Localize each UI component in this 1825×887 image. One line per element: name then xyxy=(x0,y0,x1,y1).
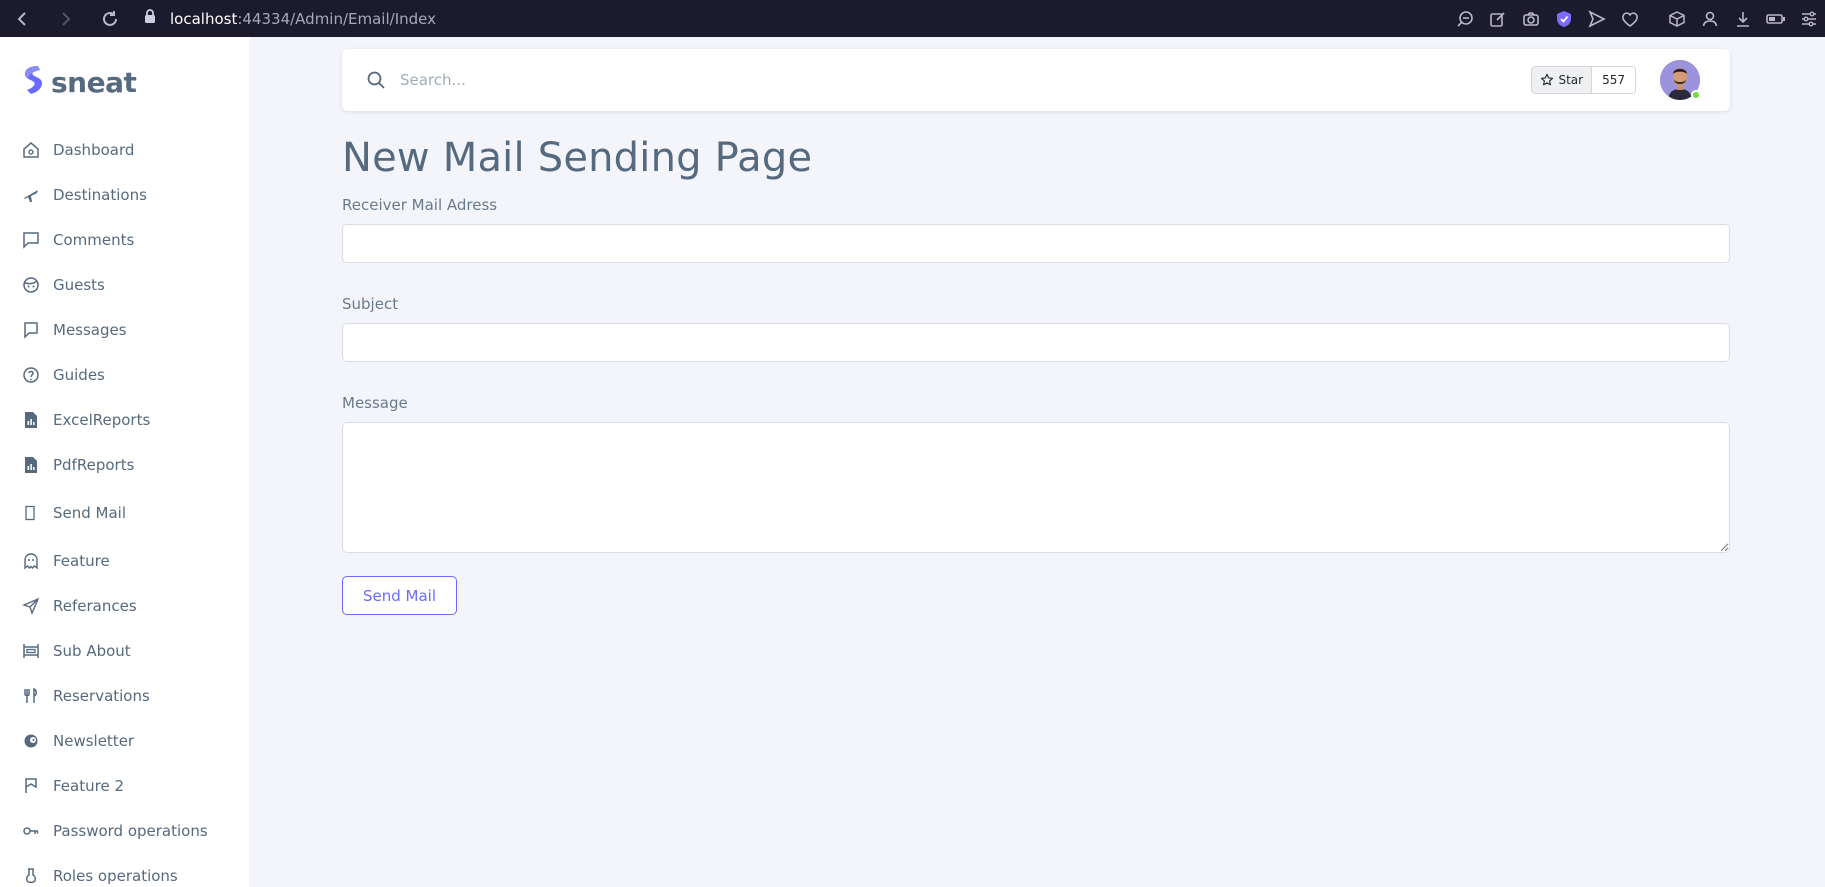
subject-field[interactable] xyxy=(342,323,1730,362)
edit-icon[interactable] xyxy=(1481,0,1514,37)
sidebar-item-feature-2[interactable]: Feature 2 xyxy=(0,763,249,808)
bookmark-icon xyxy=(21,776,41,796)
profile-icon[interactable] xyxy=(1693,0,1726,37)
sidebar-item-pdfreports[interactable]: PdfReports xyxy=(0,442,249,487)
layout-icon xyxy=(21,641,41,661)
star-label: Star xyxy=(1558,73,1584,87)
lock-icon xyxy=(144,9,156,28)
download-icon[interactable] xyxy=(1726,0,1759,37)
sidebar-item-feature[interactable]: Feature xyxy=(0,538,249,583)
sidebar-item-label: Roles operations xyxy=(53,866,178,885)
send-mail-button[interactable]: Send Mail xyxy=(342,576,458,615)
sidebar-item-label: Feature 2 xyxy=(53,776,124,795)
address-bar[interactable]: localhost:44334/Admin/Email/Index xyxy=(170,10,436,28)
sidebar-item-label: Guests xyxy=(53,275,105,294)
ghost-icon xyxy=(21,551,41,571)
sidebar-item-label: Messages xyxy=(53,320,127,339)
key-icon xyxy=(21,821,41,841)
help-circle-icon xyxy=(21,365,41,385)
sidebar-item-sub-about[interactable]: Sub About xyxy=(0,628,249,673)
back-icon[interactable] xyxy=(0,0,44,37)
box-icon[interactable] xyxy=(1660,0,1693,37)
sidebar-item-messages[interactable]: Messages xyxy=(0,307,249,352)
receiver-email-field[interactable] xyxy=(342,224,1730,263)
mailchimp-icon xyxy=(21,731,41,751)
sidebar-item-label: Guides xyxy=(53,365,105,384)
zoom-icon[interactable] xyxy=(1448,0,1481,37)
online-status-dot xyxy=(1691,90,1701,100)
brand-logo[interactable]: sneat xyxy=(0,37,249,127)
star-count[interactable]: 557 xyxy=(1592,67,1635,93)
sidebar-item-reservations[interactable]: Reservations xyxy=(0,673,249,718)
url-host: localhost xyxy=(170,9,238,28)
shield-check-icon[interactable] xyxy=(1547,0,1580,37)
search-input[interactable] xyxy=(400,71,800,89)
search-icon xyxy=(366,70,386,90)
reload-icon[interactable] xyxy=(88,0,132,37)
message-icon xyxy=(21,320,41,340)
github-star-button[interactable]: Star xyxy=(1532,67,1593,93)
face-icon xyxy=(21,275,41,295)
send-mail-form: Receiver Mail Adress Subject Message Sen… xyxy=(342,196,1730,615)
sidebar-item-label: Send Mail xyxy=(53,503,127,522)
plane-icon xyxy=(21,185,41,205)
top-navbar: Star 557 xyxy=(342,49,1730,111)
sidebar-item-send-mail[interactable]: Send Mail xyxy=(0,487,249,538)
file-chart-icon xyxy=(21,410,41,430)
sidebar: sneat Dashboard Destinations Comments Gu… xyxy=(0,37,249,887)
file-chart-icon xyxy=(21,455,41,475)
url-path: :44334/Admin/Email/Index xyxy=(237,9,436,28)
forward-icon[interactable] xyxy=(44,0,88,37)
sidebar-item-comments[interactable]: Comments xyxy=(0,217,249,262)
receiver-label: Receiver Mail Adress xyxy=(342,196,498,214)
page-title: New Mail Sending Page xyxy=(342,135,813,181)
heart-icon[interactable] xyxy=(1613,0,1646,37)
sidebar-item-label: Reservations xyxy=(53,686,150,705)
send-icon[interactable] xyxy=(1580,0,1613,37)
flask-icon xyxy=(21,866,41,886)
camera-icon[interactable] xyxy=(1514,0,1547,37)
sidebar-item-excelreports[interactable]: ExcelReports xyxy=(0,397,249,442)
github-star-widget[interactable]: Star 557 xyxy=(1531,66,1636,94)
sidebar-item-label: Sub About xyxy=(53,641,131,660)
comment-icon xyxy=(21,230,41,250)
sidebar-item-newsletter[interactable]: Newsletter xyxy=(0,718,249,763)
blank-icon xyxy=(21,503,41,523)
message-textarea[interactable] xyxy=(342,422,1730,553)
sidebar-item-guests[interactable]: Guests xyxy=(0,262,249,307)
sidebar-item-label: Newsletter xyxy=(53,731,135,750)
sidebar-item-guides[interactable]: Guides xyxy=(0,352,249,397)
main-content: New Mail Sending Page Receiver Mail Adre… xyxy=(342,130,1730,615)
send-icon xyxy=(21,596,41,616)
settings-sliders-icon[interactable] xyxy=(1792,0,1825,37)
sidebar-item-referances[interactable]: Referances xyxy=(0,583,249,628)
home-icon xyxy=(21,140,41,160)
sidebar-item-dashboard[interactable]: Dashboard xyxy=(0,127,249,172)
sidebar-item-label: Dashboard xyxy=(53,140,135,159)
sidebar-item-label: PdfReports xyxy=(53,455,135,474)
sidebar-item-label: Destinations xyxy=(53,185,147,204)
sidebar-item-password-operations[interactable]: Password operations xyxy=(0,808,249,853)
sidebar-item-label: ExcelReports xyxy=(53,410,151,429)
browser-toolbar: localhost:44334/Admin/Email/Index xyxy=(0,0,1825,37)
message-label: Message xyxy=(342,394,408,412)
sidebar-item-label: Referances xyxy=(53,596,137,615)
sidebar-item-destinations[interactable]: Destinations xyxy=(0,172,249,217)
sidebar-menu: Dashboard Destinations Comments Guests M… xyxy=(0,127,249,887)
sidebar-item-label: Comments xyxy=(53,230,135,249)
battery-icon[interactable] xyxy=(1759,0,1792,37)
brand-name: sneat xyxy=(51,65,137,99)
sneat-logo-icon xyxy=(21,64,45,100)
sidebar-item-roles-operations[interactable]: Roles operations xyxy=(0,853,249,887)
star-icon xyxy=(1541,73,1554,86)
sidebar-item-label: Feature xyxy=(53,551,110,570)
sidebar-item-label: Password operations xyxy=(53,821,208,840)
restaurant-icon xyxy=(21,686,41,706)
subject-label: Subject xyxy=(342,295,399,313)
